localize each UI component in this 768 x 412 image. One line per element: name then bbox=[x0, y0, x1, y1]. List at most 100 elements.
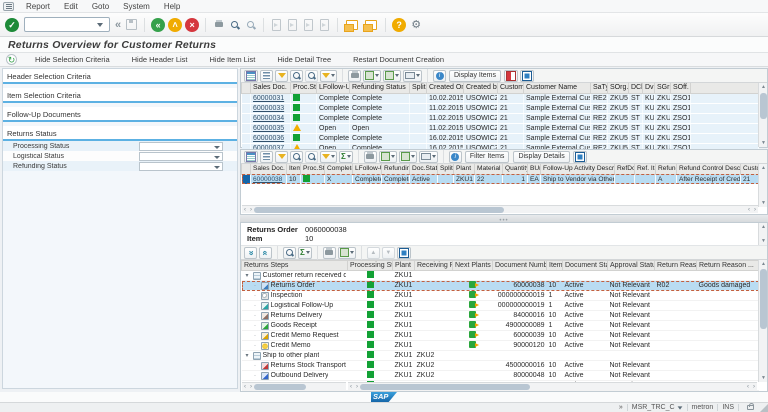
sort-ascending-icon[interactable] bbox=[260, 70, 273, 82]
graphic-icon[interactable] bbox=[397, 247, 411, 259]
app-toolbar-button[interactable]: Hide Header List bbox=[128, 54, 192, 65]
column-header[interactable]: Processing Status bbox=[348, 261, 393, 271]
column-header[interactable]: Customer C bbox=[741, 164, 759, 174]
column-header[interactable]: Document Status bbox=[563, 261, 608, 271]
tree-expander-icon[interactable] bbox=[252, 323, 259, 329]
sum-icon[interactable] bbox=[339, 151, 353, 163]
help-icon[interactable]: ? bbox=[392, 18, 406, 32]
sales-doc-link[interactable]: 60000035 bbox=[253, 125, 284, 132]
item-list-vscrollbar[interactable]: ▲ ▼ bbox=[758, 164, 767, 207]
column-header[interactable]: Approval Status bbox=[608, 261, 655, 271]
print-icon[interactable] bbox=[364, 151, 377, 163]
row-selector[interactable] bbox=[242, 123, 251, 133]
export-icon[interactable] bbox=[338, 247, 356, 259]
status-dropdown[interactable] bbox=[139, 162, 223, 171]
tree-expander-icon[interactable] bbox=[252, 373, 259, 379]
move-down-icon[interactable] bbox=[382, 247, 395, 259]
menu-item[interactable]: Edit bbox=[58, 1, 84, 12]
column-header[interactable]: Splits bbox=[438, 164, 454, 174]
tree-row[interactable]: Returns Stock Transport Order ZKU1 ZKU2 … bbox=[242, 361, 759, 371]
row-selector[interactable] bbox=[242, 174, 251, 184]
tree-row[interactable]: Goods Receipt ZKU1 4900000089 1 Active N… bbox=[242, 321, 759, 331]
detail-header-vscrollbar[interactable]: ▲ ▼ bbox=[758, 223, 767, 245]
save-icon[interactable] bbox=[124, 18, 138, 32]
export-icon[interactable] bbox=[383, 70, 401, 82]
column-header[interactable]: Return Reason bbox=[655, 261, 697, 271]
move-up-icon[interactable] bbox=[367, 247, 380, 259]
column-header[interactable]: Document Number bbox=[493, 261, 547, 271]
find-next-icon[interactable] bbox=[305, 70, 318, 82]
views-icon[interactable] bbox=[363, 70, 381, 82]
menu-item[interactable]: Report bbox=[20, 1, 56, 12]
column-header[interactable]: Item bbox=[547, 261, 563, 271]
row-selector[interactable] bbox=[242, 103, 251, 113]
expand-all-icon[interactable] bbox=[259, 247, 272, 259]
command-input[interactable] bbox=[27, 20, 97, 29]
system-field[interactable]: MSR_TRC_C bbox=[632, 404, 683, 411]
tree-expander-icon[interactable] bbox=[244, 352, 251, 359]
header-list-row[interactable]: 60000031 Complete Complete 10.02.2015 US… bbox=[242, 93, 759, 103]
tree-row[interactable]: Customer return received directly ZKU1 bbox=[242, 271, 759, 281]
column-header[interactable]: Sales Doc. bbox=[251, 83, 291, 93]
column-header[interactable]: SaTy bbox=[591, 83, 608, 93]
column-header[interactable]: Refund bbox=[656, 164, 677, 174]
column-header[interactable]: SOrg. bbox=[608, 83, 629, 93]
tree-hscrollbar-right[interactable]: ‹› ‹› bbox=[348, 382, 757, 390]
find-icon[interactable] bbox=[228, 19, 241, 31]
app-toolbar-button[interactable]: Hide Selection Criteria bbox=[31, 54, 114, 65]
layout-grid-icon[interactable] bbox=[244, 70, 258, 82]
row-selector[interactable] bbox=[242, 93, 251, 103]
item-list-hscrollbar[interactable]: ‹› ‹› bbox=[242, 205, 758, 213]
tree-expander-icon[interactable] bbox=[252, 303, 259, 309]
item-list-row[interactable]: 60000038 10 X Complete Complete Active Z… bbox=[242, 174, 759, 184]
tree-expander-icon[interactable] bbox=[252, 343, 259, 349]
column-header[interactable]: Item bbox=[287, 164, 301, 174]
column-header[interactable]: RefDoc bbox=[615, 164, 635, 174]
cancel-icon[interactable]: × bbox=[185, 18, 199, 32]
collapse-command-icon[interactable]: « bbox=[115, 19, 121, 31]
statusbar-overflow-icon[interactable]: » bbox=[619, 404, 623, 411]
status-dropdown[interactable] bbox=[139, 152, 223, 161]
previous-page-icon[interactable] bbox=[288, 19, 297, 31]
column-header[interactable]: Ref. Item bbox=[635, 164, 656, 174]
collapse-all-icon[interactable] bbox=[244, 247, 257, 259]
column-header[interactable]: LFollow-Up bbox=[353, 164, 382, 174]
tree-hscrollbar-left[interactable]: ‹› bbox=[242, 382, 346, 390]
column-header[interactable]: Receiving Plant bbox=[415, 261, 453, 271]
display-items-button[interactable]: Display Items bbox=[449, 70, 501, 82]
header-list-row[interactable]: 60000033 Complete Complete 11.02.2015 US… bbox=[242, 103, 759, 113]
column-header[interactable]: Customer Name bbox=[524, 83, 591, 93]
legend-icon[interactable] bbox=[504, 70, 518, 82]
column-header[interactable]: Dv bbox=[643, 83, 655, 93]
app-toolbar-button[interactable]: Restart Document Creation bbox=[349, 54, 448, 65]
column-header[interactable]: Follow-Up Activity Description bbox=[541, 164, 615, 174]
find-icon[interactable] bbox=[283, 247, 296, 259]
header-list-row[interactable]: 60000034 Complete Complete 11.02.2015 US… bbox=[242, 113, 759, 123]
app-toolbar-button[interactable]: Hide Item List bbox=[206, 54, 260, 65]
find-icon[interactable] bbox=[290, 151, 303, 163]
sales-doc-link[interactable]: 60000031 bbox=[253, 95, 284, 102]
header-list-vscrollbar[interactable]: ▲ ▼ bbox=[758, 83, 767, 147]
tree-row[interactable]: Credit Memo ZKU1 90000120 10 Active Not … bbox=[242, 341, 759, 351]
display-details-button[interactable]: Display Details bbox=[513, 151, 569, 163]
info-icon[interactable] bbox=[449, 151, 462, 163]
graphic-icon[interactable] bbox=[520, 70, 534, 82]
new-session-icon[interactable] bbox=[346, 20, 358, 30]
column-header[interactable]: Customer bbox=[498, 83, 524, 93]
tree-row[interactable]: Ship to other plant ZKU1 ZKU2 bbox=[242, 351, 759, 361]
tree-expander-icon[interactable] bbox=[252, 293, 259, 299]
column-header[interactable]: Quantity bbox=[503, 164, 528, 174]
tree-row[interactable]: Inspection ZKU1 000000000019 1 Active No… bbox=[242, 291, 759, 301]
column-header[interactable]: Sales Doc. bbox=[251, 164, 287, 174]
tree-vscrollbar[interactable]: ▲ ▼ bbox=[758, 260, 767, 382]
tree-row[interactable]: Returns Order ZKU1 60000038 10 Active No… bbox=[242, 281, 759, 291]
column-header[interactable]: Splits bbox=[410, 83, 427, 93]
column-header[interactable]: Return Reason ... bbox=[697, 261, 759, 271]
column-header[interactable]: LFollow-Up bbox=[317, 83, 350, 93]
system-menu-icon[interactable] bbox=[3, 2, 14, 11]
column-header[interactable]: Refunding Status bbox=[350, 83, 410, 93]
sales-doc-link[interactable]: 60000036 bbox=[253, 135, 284, 142]
column-header[interactable]: Created by bbox=[464, 83, 498, 93]
status-dropdown[interactable] bbox=[139, 142, 223, 151]
column-header[interactable]: Plant bbox=[454, 164, 475, 174]
